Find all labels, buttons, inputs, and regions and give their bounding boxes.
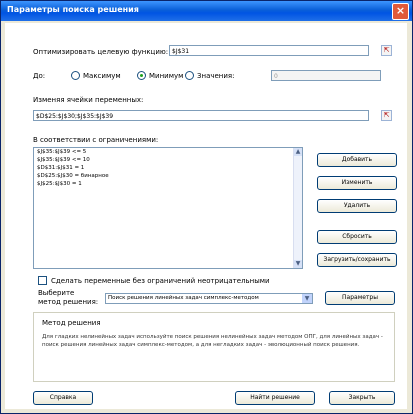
reset-button[interactable]: Сбросить [317,230,397,244]
solve-button[interactable]: Найти решение [235,391,315,405]
objective-label: Оптимизировать целевую функцию: [33,48,169,56]
radio-min[interactable] [137,71,146,80]
to-label: До: [33,72,46,80]
objective-field[interactable]: $J$31 [169,45,369,56]
variables-field[interactable]: $D$25:$J$30;$J$35:$J$39 [33,110,369,121]
solver-dialog: Параметры поиска решения × Оптимизироват… [0,0,413,414]
value-field[interactable]: 0 [271,70,381,81]
radio-value-label: Значения: [197,72,235,80]
scroll-up-icon[interactable]: ▲ [294,148,302,156]
delete-button[interactable]: Удалить [317,199,397,213]
close-icon[interactable]: × [392,3,409,20]
add-button[interactable]: Добавить [317,153,397,167]
dialog-client: Оптимизировать целевую функцию: $J$31 ⇱ … [5,23,407,409]
close-button[interactable]: Закрыть [329,391,395,405]
constraint-item[interactable]: $J$35:$J$39 <= 5 [34,148,302,156]
method-label-2: метод решения: [38,298,99,306]
constraint-item[interactable]: $J$25:$J$30 = 1 [34,180,302,188]
constraints-label: В соответствии с ограничениями: [33,136,159,144]
scroll-down-icon[interactable]: ▼ [294,260,302,268]
constraint-item[interactable]: $D$31:$J$31 = 1 [34,164,302,172]
help-button[interactable]: Справка [33,391,93,405]
method-select[interactable]: Поиск решения линейных задач симплекс-ме… [105,293,313,304]
method-description: Для гладких нелинейных задач используйте… [42,334,383,348]
constraints-list[interactable]: $J$35:$J$39 <= 5 $J$35:$J$39 <= 10 $D$31… [33,147,303,269]
radio-value[interactable] [185,71,194,80]
radio-max-label: Максимум [83,72,121,80]
nonneg-checkbox[interactable] [38,276,47,285]
dialog-title: Параметры поиска решения [7,5,139,14]
parameters-button[interactable]: Параметры [325,291,395,305]
variables-label: Изменяя ячейки переменных: [33,96,144,104]
method-group: Метод решения Для гладких нелинейных зад… [33,312,395,382]
constraint-item[interactable]: $D$25:$J$30 = бинарное [34,172,302,180]
load-save-button[interactable]: Загрузить/сохранить [317,253,397,267]
constraint-item[interactable]: $J$35:$J$39 <= 10 [34,156,302,164]
radio-max[interactable] [71,71,80,80]
method-select-value: Поиск решения линейных задач симплекс-ме… [108,295,259,301]
variables-ref-button[interactable]: ⇱ [381,110,392,121]
method-group-title: Метод решения [42,319,101,327]
nonneg-label: Сделать переменные без ограничений неотр… [51,277,270,285]
title-bar[interactable]: Параметры поиска решения × [1,1,412,21]
chevron-down-icon[interactable]: ▼ [302,294,312,303]
constraints-scrollbar[interactable]: ▲ ▼ [293,148,302,268]
objective-ref-button[interactable]: ⇱ [381,45,392,56]
radio-min-label: Минимум [149,72,184,80]
method-label-1: Выберите [38,289,75,297]
change-button[interactable]: Изменить [317,176,397,190]
